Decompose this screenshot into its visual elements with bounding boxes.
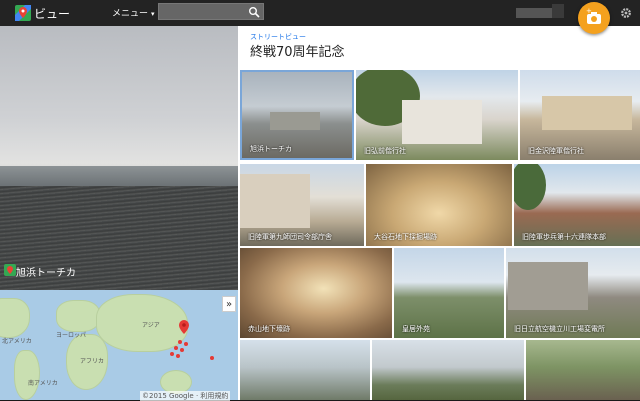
building-shape (542, 96, 632, 130)
top-bar: ビュー メニュー ▾ (0, 0, 640, 26)
tile-16th-regiment[interactable]: 旧陸軍歩兵第十六連隊本部 (514, 164, 640, 246)
tile-asahihama[interactable]: 旭浜トーチカ (240, 70, 354, 160)
app-title: ビュー (34, 7, 71, 21)
map-label-north-america: 北アメリカ (2, 338, 32, 345)
tile-caption: 旭浜トーチカ (250, 145, 292, 153)
tile-oya-quarry[interactable]: 大谷石地下採掘場跡 (366, 164, 512, 246)
map-label-europe: ヨーロッパ (56, 332, 87, 339)
menu-button[interactable]: メニュー ▾ (112, 6, 155, 19)
camera-icon: + (586, 7, 601, 24)
tile-tachikawa-substation[interactable]: 旧日立航空機立川工場変電所 (506, 248, 640, 338)
tile-hirosaki[interactable]: 旧弘前偕行社 (356, 70, 518, 160)
tile-caption: 旧金沢陸軍偕行社 (528, 147, 584, 155)
map-marker-icon[interactable] (179, 320, 189, 334)
panel-title: 終戦70周年記念 (250, 45, 345, 60)
land-north-america (0, 298, 30, 338)
add-photo-button[interactable]: + (578, 2, 610, 34)
tile-caption: 皇居外苑 (402, 325, 430, 333)
tile-caption: 旧弘前偕行社 (364, 147, 406, 155)
map-pin[interactable] (180, 348, 184, 352)
tile-9th-division[interactable]: 旧陸軍第九師団司令部庁舎 (240, 164, 364, 246)
tree-shape (514, 164, 546, 210)
map-pin[interactable] (210, 356, 214, 360)
tile-kanazawa[interactable]: 旧金沢陸軍偕行社 (520, 70, 640, 160)
search-icon[interactable] (248, 6, 260, 18)
map-pin[interactable] (176, 354, 180, 358)
map-pin[interactable] (178, 340, 182, 344)
svg-text:+: + (586, 7, 592, 15)
tile-kokyo-gaien[interactable]: 皇居外苑 (394, 248, 504, 338)
maps-pin-icon (4, 264, 16, 276)
map-pin[interactable] (170, 352, 174, 356)
land-europe (56, 300, 100, 332)
bunker-shape (270, 112, 320, 130)
world-map[interactable]: 北アメリカ ヨーロッパ アジア アフリカ 南アメリカ (0, 290, 238, 400)
maps-logo-icon[interactable] (14, 4, 32, 22)
sea (0, 166, 238, 186)
tile-row4-3[interactable] (526, 340, 640, 400)
tile-caption: 旧陸軍第九師団司令部庁舎 (248, 233, 332, 241)
tile-caption: 赤山地下壕跡 (248, 325, 290, 333)
chevron-down-icon: ▾ (151, 10, 155, 18)
map-label-south-america: 南アメリカ (28, 380, 58, 387)
street-view-panorama[interactable] (0, 26, 238, 290)
tile-row4-2[interactable] (372, 340, 524, 400)
building-shape (508, 262, 588, 310)
tile-caption: 大谷石地下採掘場跡 (374, 233, 437, 241)
map-pin[interactable] (174, 346, 178, 350)
map-label-africa: アフリカ (80, 358, 105, 365)
land-south-america (14, 350, 40, 400)
tile-caption: 旧日立航空機立川工場変電所 (514, 325, 605, 333)
gear-icon[interactable] (620, 7, 632, 19)
menu-label: メニュー (112, 9, 149, 19)
tile-row4-1[interactable] (240, 340, 370, 400)
collection-panel: ストリートビュー 終戦70周年記念 旭浜トーチカ 旧弘前偕行社 旧金沢陸軍偕行社… (238, 26, 640, 400)
building-shape (240, 174, 310, 228)
map-pin[interactable] (184, 342, 188, 346)
map-label-asia: アジア (142, 322, 160, 329)
search-input[interactable] (158, 3, 264, 20)
tile-akayama[interactable]: 赤山地下壕跡 (240, 248, 392, 338)
building-shape (402, 100, 482, 144)
tile-caption: 旧陸軍歩兵第十六連隊本部 (522, 233, 606, 241)
panorama-label: 旭浜トーチカ (16, 268, 76, 279)
avatar[interactable] (552, 4, 564, 18)
map-expand-button[interactable]: » (222, 296, 236, 312)
